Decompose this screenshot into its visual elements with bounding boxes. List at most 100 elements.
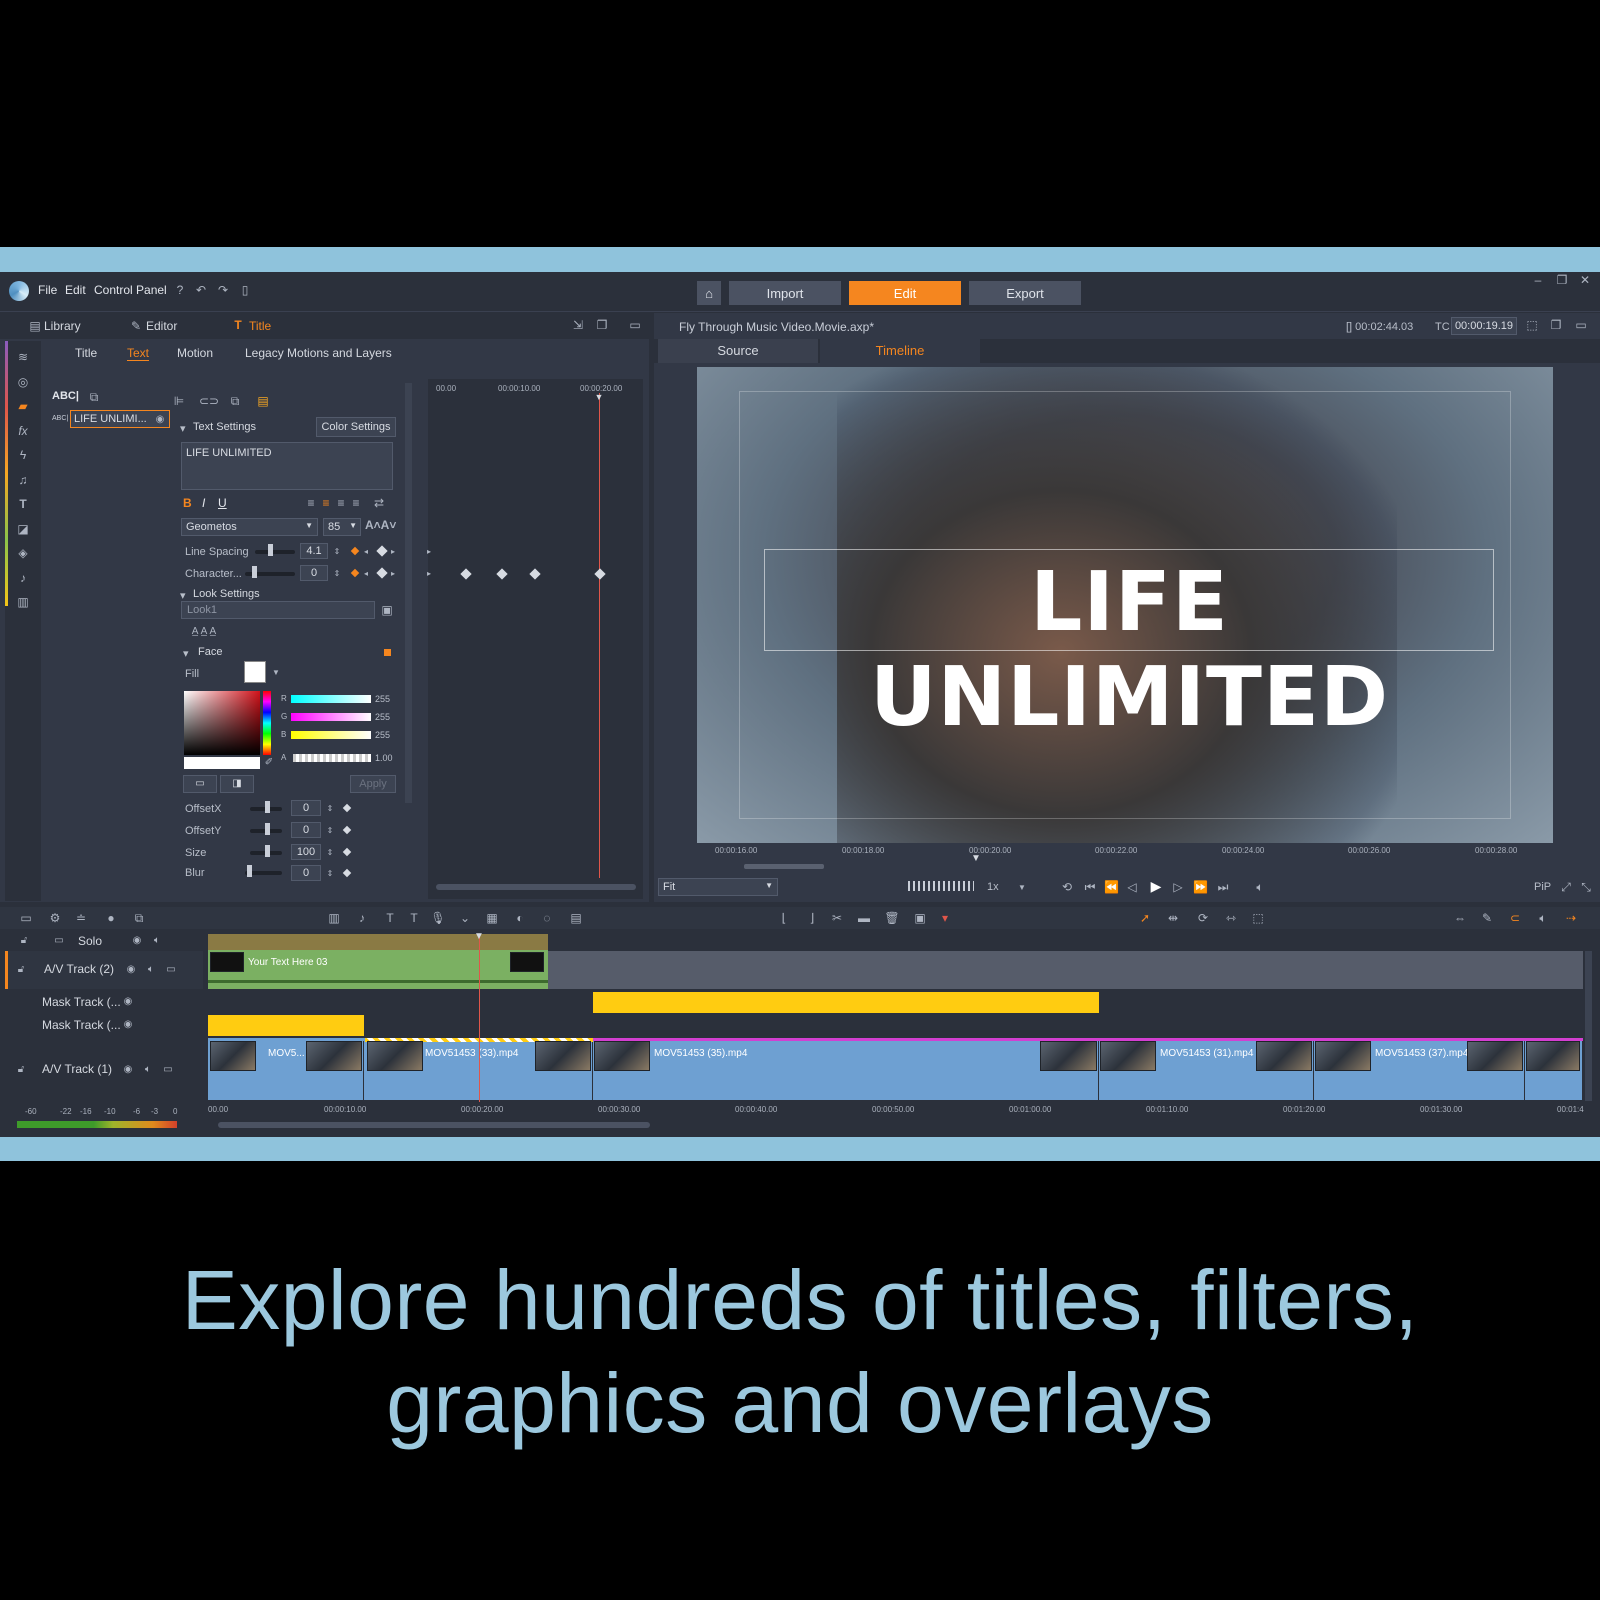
italic-button[interactable]: I — [202, 496, 205, 510]
roll-icon[interactable]: ⟳ — [1195, 910, 1211, 926]
link-icon[interactable]: ⊂⊃ — [199, 393, 219, 409]
kf-playhead[interactable] — [599, 393, 600, 878]
text-tool-icon[interactable]: T — [382, 910, 398, 926]
razor-icon[interactable]: ✂ — [829, 910, 845, 926]
video-clip[interactable]: MOV51453 (35).mp4 — [594, 1041, 1099, 1100]
fill-swatch[interactable] — [244, 661, 266, 683]
spinner-icon[interactable]: ⇕ — [325, 823, 335, 839]
marker-icon[interactable]: ⌄ — [457, 910, 473, 926]
line-spacing-slider-handle[interactable] — [268, 544, 273, 556]
music-note-icon[interactable]: ♪ — [354, 910, 370, 926]
size-slider-handle[interactable] — [265, 845, 270, 857]
subtitle-tool-icon[interactable]: T — [406, 910, 422, 926]
undock-icon[interactable]: ❐ — [1548, 317, 1564, 333]
insert-mode-icon[interactable]: ⇢ — [1562, 910, 1580, 926]
text-style-icons[interactable]: A̲ A̲ A̲ — [181, 624, 227, 640]
export-frame-icon[interactable]: ⬚ — [1524, 317, 1540, 333]
track-header-av1[interactable]: 🔓︎ A/V Track (1) ◉ 🔈︎ ▭ — [5, 1038, 203, 1098]
next-keyframe-icon[interactable]: ▸ — [389, 544, 397, 560]
mask-tool-icon[interactable]: ◌ — [539, 910, 555, 926]
color-wheel-icon[interactable]: ◐ — [512, 910, 528, 926]
prev-keyframe-icon[interactable]: ◂ — [362, 544, 370, 560]
text-direction-icon[interactable]: ⇄ — [370, 495, 388, 511]
keyframe-add-icon[interactable] — [350, 568, 360, 578]
align-right-icon[interactable]: ≡ — [335, 495, 347, 511]
playback-speed[interactable]: 1x — [987, 881, 999, 893]
color-settings-button[interactable]: Color Settings — [316, 417, 396, 437]
spinner-icon[interactable]: ⇕ — [325, 866, 335, 882]
audio-icon[interactable]: 🔈︎ — [141, 1062, 155, 1078]
next-edit-icon[interactable]: ⏩ — [1193, 879, 1208, 895]
minimize-icon[interactable]: – — [1530, 272, 1546, 288]
pin-icon[interactable]: ⇲ — [570, 317, 586, 333]
kf-playhead-marker-icon[interactable]: ▼ — [593, 389, 605, 405]
line-spacing-input[interactable]: 4.1 — [300, 543, 328, 559]
keyframe-marker[interactable] — [460, 568, 472, 580]
line-spacing-slider[interactable] — [255, 550, 295, 554]
font-size-select[interactable]: 85 ▼ — [323, 518, 361, 536]
timeline-playhead-marker-icon[interactable]: ▼ — [473, 929, 485, 945]
offsetx-input[interactable]: 0 — [291, 800, 321, 816]
blur-slider-handle[interactable] — [247, 865, 252, 877]
tab-source[interactable]: Source — [658, 339, 818, 363]
pointer-icon[interactable]: ➚ — [1137, 910, 1153, 926]
layout-icon[interactable]: ▭ — [1572, 317, 1590, 333]
visibility-icon[interactable]: ◉ — [121, 1017, 135, 1033]
edit-tool-icon[interactable]: ✎ — [1479, 910, 1495, 926]
marker-add-icon[interactable]: ▾ — [937, 910, 953, 926]
apply-button[interactable]: Apply — [350, 775, 396, 793]
record-icon[interactable]: ● — [103, 910, 119, 926]
next-keyframe-icon[interactable]: ▸ — [389, 566, 397, 582]
export-button[interactable]: Export — [969, 281, 1081, 305]
music-icon[interactable]: ♫ — [15, 472, 31, 488]
lock-icon[interactable]: 🔓︎ — [14, 962, 28, 978]
subtab-text[interactable]: Text — [127, 346, 150, 361]
look-select[interactable]: Look1 — [181, 601, 375, 619]
transition-icon[interactable]: ϟ — [15, 447, 31, 463]
audio-icon[interactable]: ♪ — [15, 570, 31, 586]
audio-mixer-icon[interactable]: ▥ — [326, 910, 342, 926]
visibility-icon[interactable]: ◉ — [121, 994, 135, 1010]
go-to-start-icon[interactable]: ⏮ — [1082, 879, 1098, 895]
pip-button[interactable]: PiP — [1534, 881, 1551, 893]
bold-button[interactable]: B — [183, 496, 192, 510]
mask-clip-2[interactable] — [208, 1015, 364, 1036]
keyframe-icon[interactable] — [342, 847, 352, 857]
track-list-icon[interactable]: ▭ — [52, 933, 66, 949]
r-slider[interactable] — [291, 695, 371, 703]
snapshot-icon[interactable]: ▣ — [912, 910, 928, 926]
keyframe-marker[interactable] — [594, 568, 606, 580]
keyframe-marker[interactable] — [496, 568, 508, 580]
trim-icon[interactable]: ⌋ — [804, 910, 820, 926]
home-button[interactable]: ⌂ — [697, 281, 721, 305]
track-header-mask-1[interactable]: Mask Track (... ◉ — [5, 991, 203, 1013]
close-icon[interactable]: ✕ — [1577, 272, 1593, 288]
g-slider[interactable] — [291, 713, 371, 721]
loop-icon[interactable]: ⟲ — [1059, 879, 1075, 895]
graphics-icon[interactable]: ◪ — [15, 521, 31, 537]
fullscreen-icon[interactable]: ⤢ — [1559, 879, 1573, 895]
keyframe-icon[interactable] — [342, 803, 352, 813]
underline-button[interactable]: U — [218, 496, 227, 510]
play-icon[interactable]: ▶ — [1148, 878, 1164, 894]
restore-icon[interactable]: ❐ — [1554, 272, 1570, 288]
blur-input[interactable]: 0 — [291, 865, 321, 881]
track-header-av2[interactable]: 🔓︎ A/V Track (2) ◉ 🔈︎ ▭ — [5, 951, 203, 989]
layer-visibility-icon[interactable]: ◉ — [153, 412, 167, 428]
text-settings-collapse-icon[interactable]: ▾ — [180, 422, 186, 435]
chevron-down-icon[interactable]: ▼ — [1017, 880, 1027, 896]
chevron-down-icon[interactable]: ▼ — [271, 665, 281, 681]
audio-icon[interactable]: 🔈︎ — [144, 962, 158, 978]
zoom-icon[interactable]: ⇔ — [1452, 910, 1468, 926]
tab-editor[interactable]: Editor — [146, 319, 177, 333]
visibility-icon[interactable]: ◉ — [121, 1062, 135, 1078]
align-center-icon[interactable]: ≡ — [320, 495, 332, 511]
lock-icon[interactable]: 🔓︎ — [14, 1062, 28, 1078]
grid-icon[interactable]: ▦ — [484, 910, 500, 926]
face-collapse-icon[interactable]: ▾ — [183, 647, 189, 660]
fx-icon[interactable]: fx — [15, 423, 31, 439]
track-monitor-icon[interactable]: ▭ — [164, 962, 178, 978]
timeline-horizontal-scrollbar[interactable] — [218, 1122, 650, 1128]
timeline-vertical-scrollbar[interactable] — [1585, 951, 1592, 1101]
resize-icon[interactable]: ⤡ — [1579, 879, 1593, 895]
